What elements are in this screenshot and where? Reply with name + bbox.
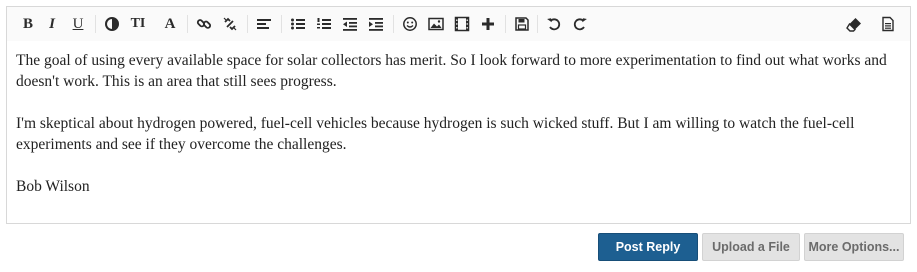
toggle-source-button[interactable] <box>877 13 899 35</box>
plus-icon <box>482 18 494 30</box>
save-draft-button[interactable] <box>511 13 533 35</box>
bullet-list-icon <box>291 18 305 30</box>
message-paragraph: The goal of using every available space … <box>16 52 887 90</box>
indent-icon <box>369 18 383 31</box>
indent-button[interactable] <box>365 13 387 35</box>
text-color-button[interactable] <box>101 13 123 35</box>
reply-editor: B I U TI A The goal of using every avail… <box>6 6 911 224</box>
align-left-icon <box>257 19 271 29</box>
contrast-icon <box>105 17 119 31</box>
message-body[interactable]: The goal of using every available space … <box>16 50 896 218</box>
outdent-button[interactable] <box>339 13 361 35</box>
eraser-icon <box>846 18 861 32</box>
more-options-button[interactable]: More Options... <box>804 233 904 261</box>
numbered-list-icon <box>317 18 331 29</box>
insert-link-button[interactable] <box>193 13 215 35</box>
outdent-icon <box>343 18 357 31</box>
italic-button[interactable]: I <box>41 13 63 35</box>
font-family-button[interactable]: A <box>159 13 181 35</box>
numbered-list-button[interactable] <box>313 13 335 35</box>
redo-icon <box>573 18 587 31</box>
unlink-icon <box>223 17 237 31</box>
image-icon <box>428 17 444 31</box>
undo-button[interactable] <box>543 13 565 35</box>
insert-media-button[interactable] <box>451 13 473 35</box>
remove-link-button[interactable] <box>219 13 241 35</box>
bullet-list-button[interactable] <box>287 13 309 35</box>
film-icon <box>454 16 470 32</box>
redo-button[interactable] <box>569 13 591 35</box>
font-size-button[interactable]: TI <box>125 13 151 35</box>
floppy-disk-icon <box>515 17 529 31</box>
undo-icon <box>547 18 561 31</box>
bold-button[interactable]: B <box>17 13 39 35</box>
link-icon <box>196 19 212 29</box>
post-reply-button[interactable]: Post Reply <box>598 233 698 261</box>
message-signature: Bob Wilson <box>16 178 90 195</box>
align-button[interactable] <box>253 13 275 35</box>
upload-file-button[interactable]: Upload a File <box>702 233 800 261</box>
insert-more-button[interactable] <box>477 13 499 35</box>
message-paragraph: I'm skeptical about hydrogen powered, fu… <box>16 115 855 153</box>
underline-button[interactable]: U <box>67 13 89 35</box>
insert-image-button[interactable] <box>425 13 447 35</box>
smilies-button[interactable] <box>399 13 421 35</box>
smiley-icon <box>403 17 417 31</box>
document-icon <box>882 16 894 32</box>
remove-formatting-button[interactable] <box>843 13 865 35</box>
editor-toolbar: B I U TI A <box>7 7 910 41</box>
